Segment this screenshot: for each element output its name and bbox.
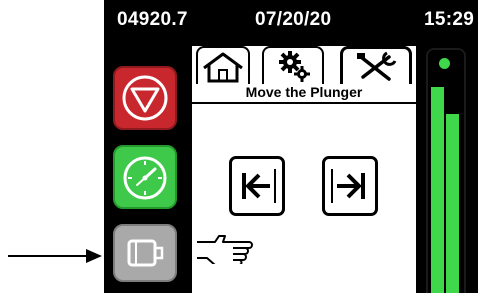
motor-button[interactable] — [113, 224, 177, 282]
move-left-button[interactable] — [229, 156, 285, 216]
status-indicator-dot — [439, 58, 450, 69]
stop-button[interactable] — [113, 66, 177, 130]
date-readout: 07/20/20 — [255, 9, 332, 30]
arrow-left-to-bar-icon — [242, 169, 276, 203]
arrow-right-to-bar-icon — [331, 169, 365, 203]
arrow-right-icon — [8, 255, 90, 257]
stopwatch-icon — [123, 156, 167, 200]
arrow-head — [86, 249, 102, 263]
tab-settings[interactable] — [262, 46, 324, 84]
gears-icon — [279, 51, 310, 82]
title-divider — [192, 102, 416, 104]
pointing-hand-icon — [197, 235, 253, 264]
stop-triangle-icon — [122, 75, 168, 121]
level-bar — [446, 114, 459, 293]
level-bar — [431, 87, 444, 293]
panel-title: Move the Plunger — [245, 84, 363, 100]
tab-tools[interactable] — [340, 46, 412, 84]
counter-readout: 04920.7 — [117, 9, 188, 30]
tab-home[interactable] — [196, 46, 250, 84]
level-meter — [426, 48, 466, 293]
motor-icon — [127, 239, 164, 267]
timer-button[interactable] — [113, 145, 177, 209]
time-readout: 15:29 — [424, 9, 475, 30]
move-right-button[interactable] — [322, 156, 378, 216]
manual-page: 04920.7 07/20/20 15:29 Move the Plunger — [0, 0, 478, 293]
home-icon — [203, 52, 243, 83]
tools-icon — [357, 51, 397, 81]
